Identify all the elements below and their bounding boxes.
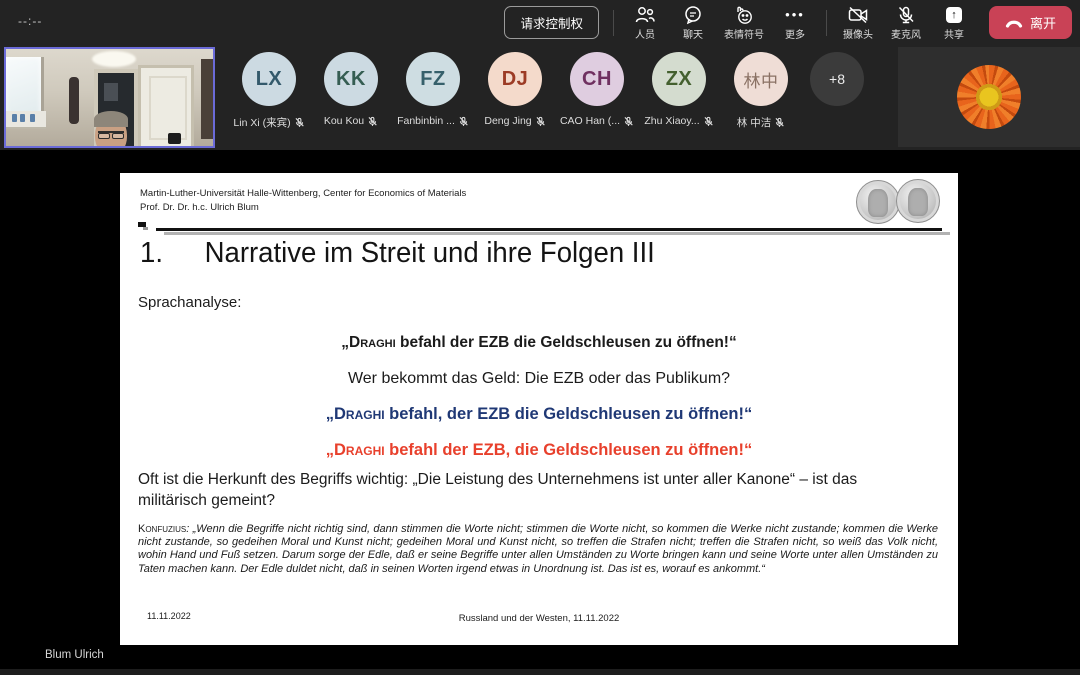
mic-muted-icon [535, 116, 546, 127]
chat-icon [683, 5, 703, 25]
avatar: ZX [652, 52, 706, 106]
bottom-strip [0, 669, 1080, 675]
university-seal-coins [856, 179, 942, 225]
participant-tile[interactable]: DJ Deng Jing [474, 45, 556, 150]
participant-tile[interactable]: KK Kou Kou [310, 45, 392, 150]
camera-label: 摄像头 [843, 26, 873, 41]
chat-button[interactable]: 聊天 [676, 5, 710, 41]
participant-tile[interactable]: CH CAO Han (... [556, 45, 638, 150]
participants-label: 人员 [635, 26, 655, 41]
leave-label: 离开 [1030, 13, 1056, 32]
more-icon: ••• [785, 5, 805, 25]
slide-header: Martin-Luther-Universität Halle-Wittenbe… [140, 187, 466, 216]
slide-header-line1: Martin-Luther-Universität Halle-Wittenbe… [140, 187, 466, 201]
participant-tile[interactable]: 林中 林 中洁 [720, 45, 802, 150]
participant-name: CAO Han (... [560, 115, 620, 127]
more-participants-button[interactable]: +8 [802, 45, 872, 150]
participant-tile[interactable]: FZ Fanbinbin ... [392, 45, 474, 150]
camera-button[interactable]: 摄像头 [841, 5, 875, 41]
header-rule [120, 222, 958, 236]
share-button[interactable]: ↑ 共享 [937, 5, 971, 41]
meeting-timer: --:-- [18, 14, 42, 28]
quote-blue: „Draghi befahl, der EZB die Geldschleuse… [120, 405, 958, 424]
participant-name: Zhu Xiaoy... [644, 115, 699, 127]
avatar: 林中 [734, 52, 788, 106]
slide-subtitle: Sprachanalyse: [138, 294, 241, 311]
slide-title: 1.Narrative im Streit und ihre Folgen II… [140, 237, 655, 270]
top-toolbar: --:-- 请求控制权 人员 [0, 0, 1080, 45]
participant-tile[interactable]: ZX Zhu Xiaoy... [638, 45, 720, 150]
emoji-icon [733, 5, 755, 25]
avatar: LX [242, 52, 296, 106]
avatar: KK [324, 52, 378, 106]
mic-muted-icon [367, 116, 378, 127]
avatar-row: LX Lin Xi (来宾) KK Kou Kou FZ Fanbinbin .… [228, 45, 876, 150]
more-label: 更多 [785, 26, 805, 41]
emoji-button[interactable]: 表情符号 [724, 5, 764, 41]
mic-muted-icon [623, 116, 634, 127]
slide-header-line2: Prof. Dr. Dr. h.c. Ulrich Blum [140, 201, 466, 215]
slide-title-text: Narrative im Streit und ihre Folgen III [205, 237, 655, 269]
quote-red: „Draghi befahl der EZB, die Geldschleuse… [120, 441, 958, 460]
quote-1: „Draghi befahl der EZB die Geldschleusen… [120, 334, 958, 352]
participant-name: Lin Xi (来宾) [233, 115, 290, 130]
phone-icon [1005, 17, 1023, 29]
more-button[interactable]: ••• 更多 [778, 5, 812, 41]
mic-muted-icon [294, 117, 305, 128]
flower-avatar [957, 65, 1021, 129]
leave-button[interactable]: 离开 [989, 6, 1072, 39]
toolbar-divider [613, 10, 614, 36]
participant-strip: LX Lin Xi (来宾) KK Kou Kou FZ Fanbinbin .… [0, 45, 1080, 150]
overflow-count-badge: +8 [810, 52, 864, 106]
shared-screen-area: Martin-Luther-Universität Halle-Wittenbe… [0, 150, 1080, 675]
question-line: Wer bekommt das Geld: Die EZB oder das P… [120, 370, 958, 388]
slide-footer-title: Russland und der Westen, 11.11.2022 [120, 613, 958, 624]
mic-label: 麦克风 [891, 26, 921, 41]
konfuzius-quote: Konfuzius: „Wenn die Begriffe nicht rich… [138, 523, 938, 576]
participants-icon [634, 5, 656, 25]
mic-button[interactable]: 麦克风 [889, 5, 923, 41]
webcam-preview [6, 49, 213, 146]
toolbar-divider [826, 10, 827, 36]
share-label: 共享 [944, 26, 964, 41]
mic-muted-icon [703, 116, 714, 127]
emoji-label: 表情符号 [724, 26, 764, 41]
mic-muted-icon [458, 116, 469, 127]
participants-button[interactable]: 人员 [628, 5, 662, 41]
self-video-tile[interactable] [4, 47, 215, 148]
coin-icon [896, 179, 940, 223]
request-control-button[interactable]: 请求控制权 [504, 6, 599, 39]
avatar: DJ [488, 52, 542, 106]
participant-name: 林 中洁 [737, 115, 771, 130]
meeting-window: --:-- 请求控制权 人员 [0, 0, 1080, 675]
mic-off-icon [896, 5, 916, 25]
participant-name: Fanbinbin ... [397, 115, 455, 127]
participant-name: Deng Jing [484, 115, 531, 127]
share-icon: ↑ [946, 5, 962, 25]
coin-icon [856, 180, 900, 224]
participant-video-tile[interactable] [898, 47, 1080, 147]
mic-muted-icon [774, 117, 785, 128]
avatar: FZ [406, 52, 460, 106]
participant-name: Kou Kou [324, 115, 364, 127]
self-name-label: Blum Ulrich [45, 649, 104, 661]
presentation-slide: Martin-Luther-Universität Halle-Wittenbe… [120, 173, 958, 645]
camera-off-icon [847, 5, 869, 25]
slide-paragraph: Oft ist die Herkunft des Begriffs wichti… [138, 469, 930, 511]
slide-title-number: 1. [140, 237, 205, 270]
chat-label: 聊天 [683, 26, 703, 41]
participant-tile[interactable]: LX Lin Xi (来宾) [228, 45, 310, 150]
avatar: CH [570, 52, 624, 106]
